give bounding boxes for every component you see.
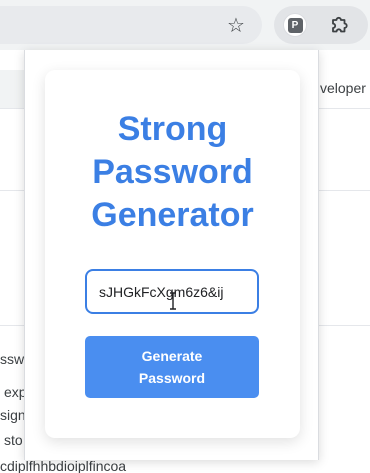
title-line: Strong	[117, 110, 228, 148]
generator-card: Strong Password Generator Generate Passw…	[45, 70, 300, 438]
background-text-fragment: sign	[0, 407, 26, 423]
background-text-fragment: sto	[4, 432, 23, 448]
extensions-area: P	[274, 6, 368, 44]
background-text-fragment: ssw	[0, 351, 25, 367]
browser-toolbar: ☆ P	[0, 0, 370, 50]
background-text-right: veloper	[320, 80, 366, 96]
background-text-bottom: cdiplfhhbdioiplfincoa	[0, 458, 127, 473]
extension-badge: P	[287, 17, 303, 33]
page-title: Strong Password Generator	[45, 108, 300, 237]
browser-window: ☆ P veloper ssw exp sign sto cdiplfhhbdi…	[0, 0, 370, 473]
button-label-line: Password	[138, 370, 206, 386]
button-label-line: Generate	[141, 348, 203, 364]
background-row	[0, 70, 25, 108]
password-extension-button[interactable]: P	[283, 13, 307, 37]
title-line: Generator	[91, 196, 254, 234]
generate-password-button[interactable]: Generate Password	[85, 336, 259, 398]
title-line: Password	[92, 153, 253, 191]
star-icon[interactable]: ☆	[222, 11, 250, 39]
puzzle-icon[interactable]	[328, 13, 352, 37]
text-cursor-icon	[170, 292, 176, 310]
extension-popup: Strong Password Generator Generate Passw…	[24, 50, 319, 460]
